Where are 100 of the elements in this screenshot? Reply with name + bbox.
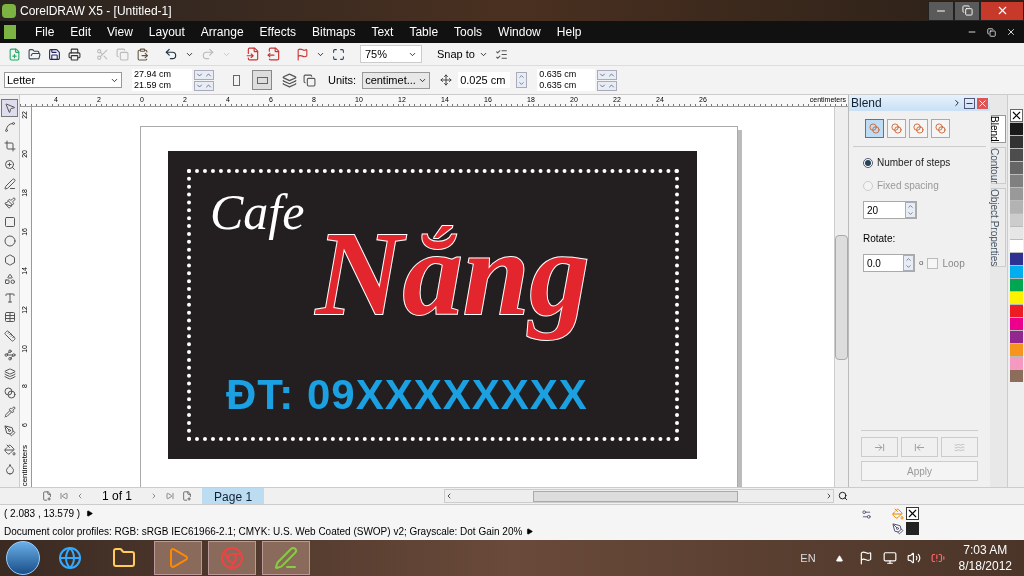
menu-item[interactable]: Help bbox=[549, 23, 589, 41]
current-page-icon[interactable] bbox=[303, 73, 316, 87]
page-width-field[interactable]: 27.94 cm bbox=[132, 69, 192, 80]
menu-item[interactable]: Table bbox=[402, 23, 446, 41]
page-height-field[interactable]: 21.59 cm bbox=[132, 80, 192, 91]
color-swatch[interactable] bbox=[1009, 278, 1023, 291]
color-swatch[interactable] bbox=[1009, 226, 1023, 239]
expand-icon[interactable] bbox=[952, 98, 962, 108]
restore-icon[interactable] bbox=[987, 27, 996, 37]
save-icon[interactable] bbox=[48, 47, 61, 61]
color-swatch[interactable] bbox=[1009, 356, 1023, 369]
docker-tab[interactable]: Object Properties bbox=[991, 188, 1006, 268]
menu-item[interactable]: File bbox=[28, 23, 62, 41]
no-color-swatch[interactable] bbox=[1009, 109, 1023, 122]
landscape-button[interactable] bbox=[252, 70, 272, 90]
color-swatch[interactable] bbox=[1009, 304, 1023, 317]
color-swatch[interactable] bbox=[1009, 330, 1023, 343]
minimize-icon[interactable] bbox=[964, 97, 975, 109]
nudge-field[interactable]: 0.025 cm bbox=[458, 71, 511, 89]
color-swatch[interactable] bbox=[1009, 239, 1023, 252]
color-swatch[interactable] bbox=[1009, 343, 1023, 356]
last-page-icon[interactable] bbox=[166, 492, 175, 500]
new-icon[interactable] bbox=[8, 47, 21, 61]
color-swatch[interactable] bbox=[1009, 122, 1023, 135]
ruler-tool-button[interactable] bbox=[1, 327, 18, 345]
color-swatch[interactable] bbox=[1009, 148, 1023, 161]
options-icon[interactable] bbox=[494, 47, 508, 61]
zoom-dropdown[interactable]: 75% bbox=[360, 45, 422, 63]
flag-icon[interactable] bbox=[858, 551, 873, 565]
volume-icon[interactable] bbox=[906, 551, 921, 565]
minimize-button[interactable] bbox=[928, 0, 954, 21]
menu-item[interactable]: Window bbox=[491, 23, 548, 41]
color-swatch[interactable] bbox=[1009, 213, 1023, 226]
duplicate-x-field[interactable]: 0.635 cm bbox=[537, 69, 596, 80]
radio-button[interactable] bbox=[863, 157, 873, 168]
color-swatch[interactable] bbox=[1009, 161, 1023, 174]
blend-mode-button[interactable] bbox=[865, 119, 884, 138]
duplicate-y-field[interactable]: 0.635 cm bbox=[537, 80, 596, 91]
menu-item[interactable]: Edit bbox=[63, 23, 99, 41]
layers-tool-button[interactable] bbox=[1, 365, 18, 383]
menu-item[interactable]: Bitmaps bbox=[305, 23, 363, 41]
all-pages-icon[interactable] bbox=[282, 72, 297, 88]
loop-checkbox[interactable] bbox=[927, 257, 939, 269]
color-swatch[interactable] bbox=[1009, 200, 1023, 213]
snap-to-button[interactable]: Snap to bbox=[437, 45, 488, 63]
color-swatch[interactable] bbox=[1009, 252, 1023, 265]
pointer-tool-button[interactable] bbox=[1, 99, 18, 117]
close-icon[interactable] bbox=[1006, 27, 1016, 37]
menu-item[interactable]: View bbox=[100, 23, 140, 41]
menu-item[interactable]: Effects bbox=[252, 23, 304, 41]
arrow-icon[interactable] bbox=[526, 528, 534, 535]
color-swatch[interactable] bbox=[1009, 187, 1023, 200]
start-button[interactable] bbox=[6, 541, 40, 575]
color-swatch[interactable] bbox=[1009, 317, 1023, 330]
settings-icon[interactable] bbox=[861, 509, 873, 520]
pen-nib-tool-button[interactable] bbox=[1, 422, 18, 440]
docker-tab[interactable]: Contour bbox=[991, 146, 1006, 185]
spin-buttons[interactable] bbox=[516, 72, 528, 88]
print-icon[interactable] bbox=[68, 47, 81, 61]
battery-icon[interactable] bbox=[930, 551, 945, 565]
menu-item[interactable]: Tools bbox=[447, 23, 490, 41]
color-swatch[interactable] bbox=[1009, 265, 1023, 278]
menu-item[interactable]: Arrange bbox=[193, 23, 251, 41]
blend-mode-button[interactable] bbox=[887, 119, 906, 138]
close-button[interactable] bbox=[980, 0, 1024, 21]
language-indicator[interactable]: EN bbox=[800, 549, 816, 567]
menu-item[interactable]: Text bbox=[364, 23, 401, 41]
scroll-thumb[interactable] bbox=[835, 234, 848, 360]
start-object-button[interactable] bbox=[861, 437, 898, 457]
color-swatch[interactable] bbox=[1009, 174, 1023, 187]
first-page-icon[interactable] bbox=[60, 492, 68, 500]
color-swatch[interactable] bbox=[1009, 369, 1023, 382]
color-swatch[interactable] bbox=[1009, 291, 1023, 304]
page-tab[interactable]: Page 1 bbox=[202, 488, 265, 504]
blend-mode-button[interactable] bbox=[931, 119, 950, 138]
full-screen-icon[interactable] bbox=[332, 47, 345, 61]
arrow-icon[interactable] bbox=[86, 510, 94, 517]
add-page-icon[interactable] bbox=[42, 491, 52, 501]
open-icon[interactable] bbox=[28, 47, 41, 61]
brush-tool-button[interactable] bbox=[1, 194, 18, 212]
pen-tool-button[interactable] bbox=[1, 175, 18, 193]
show-hidden-icon[interactable] bbox=[835, 554, 843, 562]
horizontal-scrollbar[interactable] bbox=[444, 489, 835, 503]
undo-icon[interactable] bbox=[164, 47, 178, 61]
paste-icon[interactable] bbox=[136, 47, 149, 61]
scroll-thumb[interactable] bbox=[533, 490, 739, 502]
docker-tab[interactable]: Blend bbox=[991, 115, 1006, 143]
color-swatch[interactable] bbox=[1009, 135, 1023, 148]
add-page-icon[interactable] bbox=[182, 491, 193, 501]
vertical-scrollbar[interactable] bbox=[834, 107, 848, 487]
zoom-icon[interactable] bbox=[838, 491, 849, 501]
previous-page-icon[interactable] bbox=[76, 492, 84, 500]
import-icon[interactable] bbox=[246, 47, 260, 61]
paper-dropdown[interactable]: Letter bbox=[4, 72, 122, 88]
bucket-tool-button[interactable] bbox=[1, 441, 18, 459]
restore-button[interactable] bbox=[954, 0, 980, 21]
blend-tool-button[interactable] bbox=[1, 384, 18, 402]
units-dropdown[interactable]: centimet... bbox=[362, 71, 431, 89]
clock[interactable]: 7:03 AM 8/18/2012 bbox=[958, 542, 1012, 574]
network-icon[interactable] bbox=[882, 551, 897, 565]
